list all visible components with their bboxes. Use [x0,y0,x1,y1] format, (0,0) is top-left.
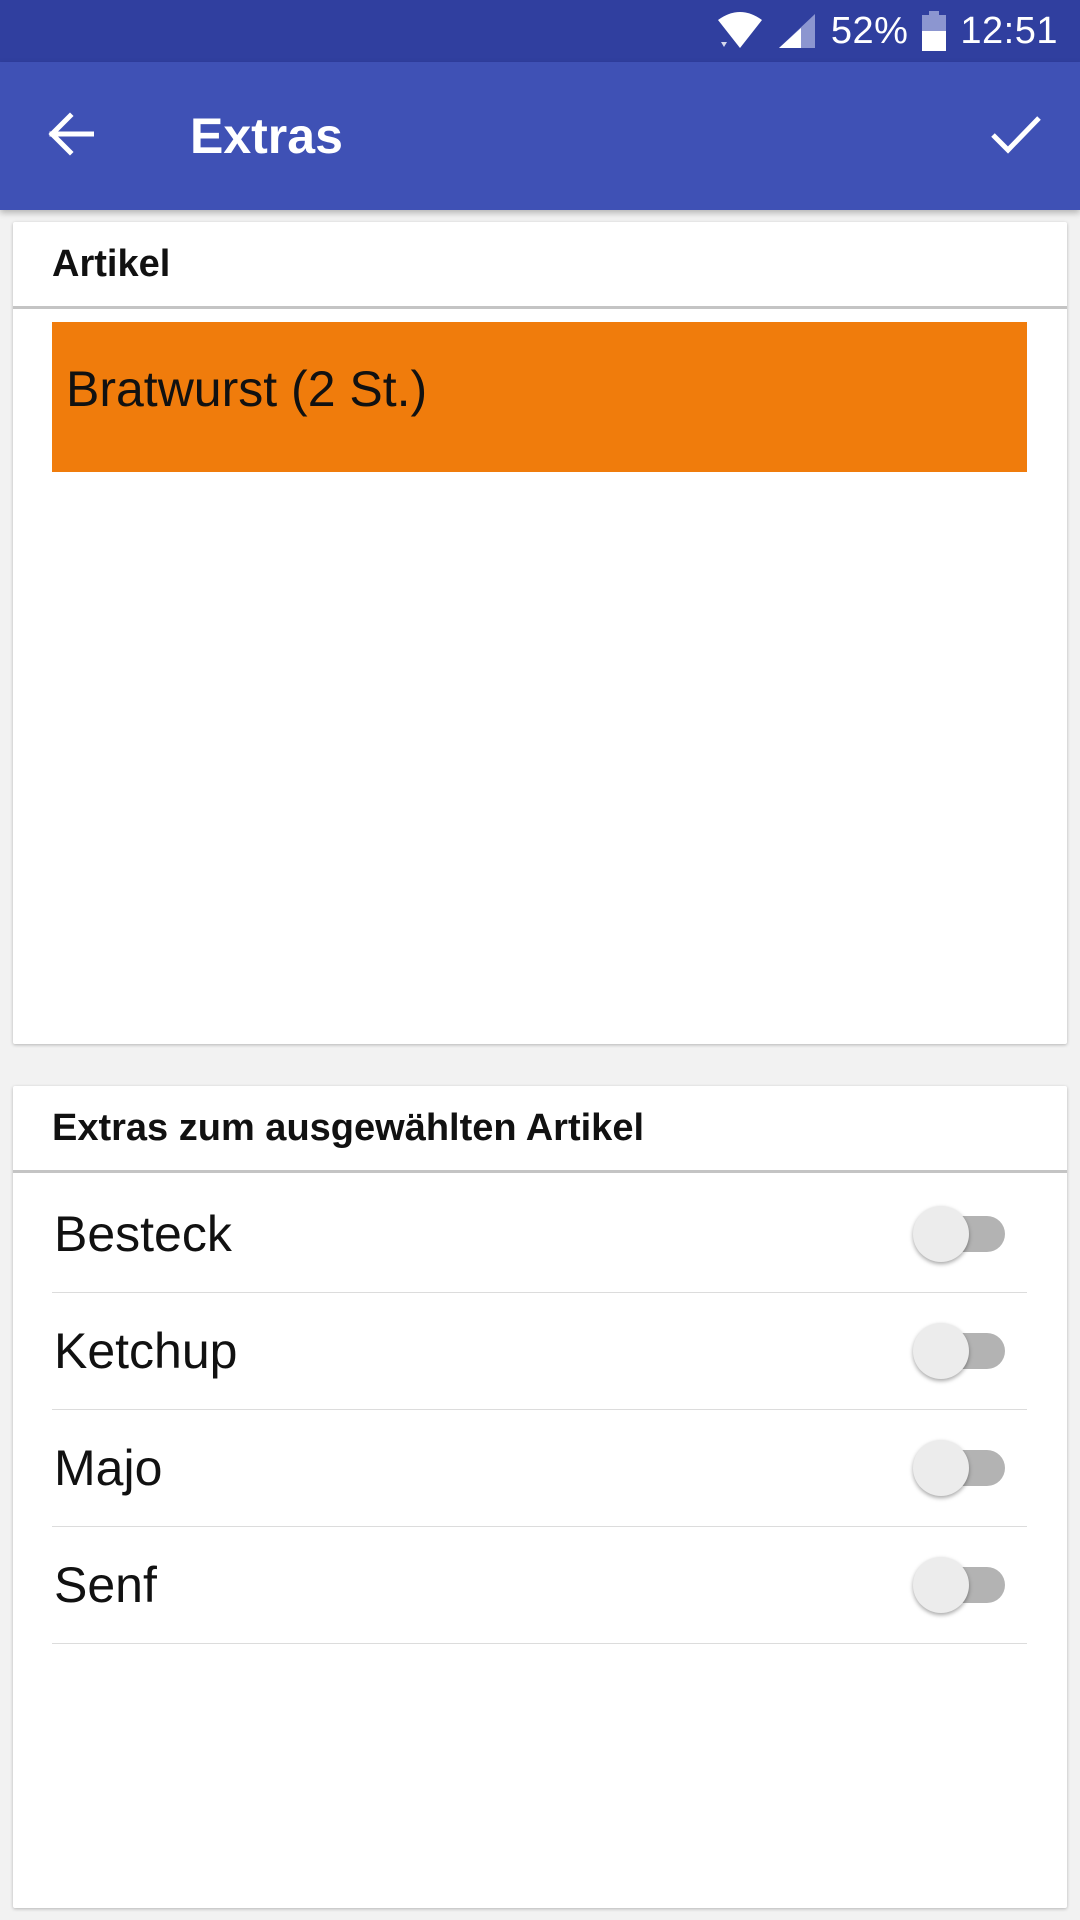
extra-label: Majo [54,1440,163,1496]
toggle-thumb [913,1440,969,1496]
extra-row-senf[interactable]: Senf [52,1527,1027,1644]
toggle-thumb [913,1323,969,1379]
app-bar: Extras [0,62,1080,210]
senf-toggle[interactable] [913,1557,1005,1613]
article-item-bratwurst[interactable]: Bratwurst (2 St.) [52,322,1027,472]
cell-signal-icon [777,12,817,50]
extras-card-header: Extras zum ausgewählten Artikel [13,1086,1067,1173]
battery-percent: 52% [830,9,909,52]
toggle-thumb [913,1206,969,1262]
wifi-icon [717,12,763,50]
arrow-back-icon [46,111,95,161]
extras-list: Besteck Ketchup Majo Senf [52,1176,1027,1644]
besteck-toggle[interactable] [913,1206,1005,1262]
extra-label: Senf [54,1557,157,1613]
extra-row-besteck[interactable]: Besteck [52,1176,1027,1293]
status-bar: 52% 12:51 [0,0,1080,62]
article-card-header: Artikel [13,222,1067,309]
toggle-thumb [913,1557,969,1613]
clock: 12:51 [960,9,1058,52]
page-title: Extras [190,108,343,164]
article-item-label: Bratwurst (2 St.) [66,361,428,417]
ketchup-toggle[interactable] [913,1323,1005,1379]
extras-card: Extras zum ausgewählten Artikel Besteck … [13,1086,1067,1908]
extra-row-majo[interactable]: Majo [52,1410,1027,1527]
extra-label: Besteck [54,1206,232,1262]
extra-label: Ketchup [54,1323,238,1379]
article-card: Artikel Bratwurst (2 St.) [13,222,1067,1044]
majo-toggle[interactable] [913,1440,1005,1496]
status-icons: 52% 12:51 [717,0,1058,62]
extra-row-ketchup[interactable]: Ketchup [52,1293,1027,1410]
battery-icon [922,11,947,51]
back-button[interactable] [30,96,110,176]
confirm-button[interactable] [976,96,1056,176]
check-icon [990,114,1042,159]
